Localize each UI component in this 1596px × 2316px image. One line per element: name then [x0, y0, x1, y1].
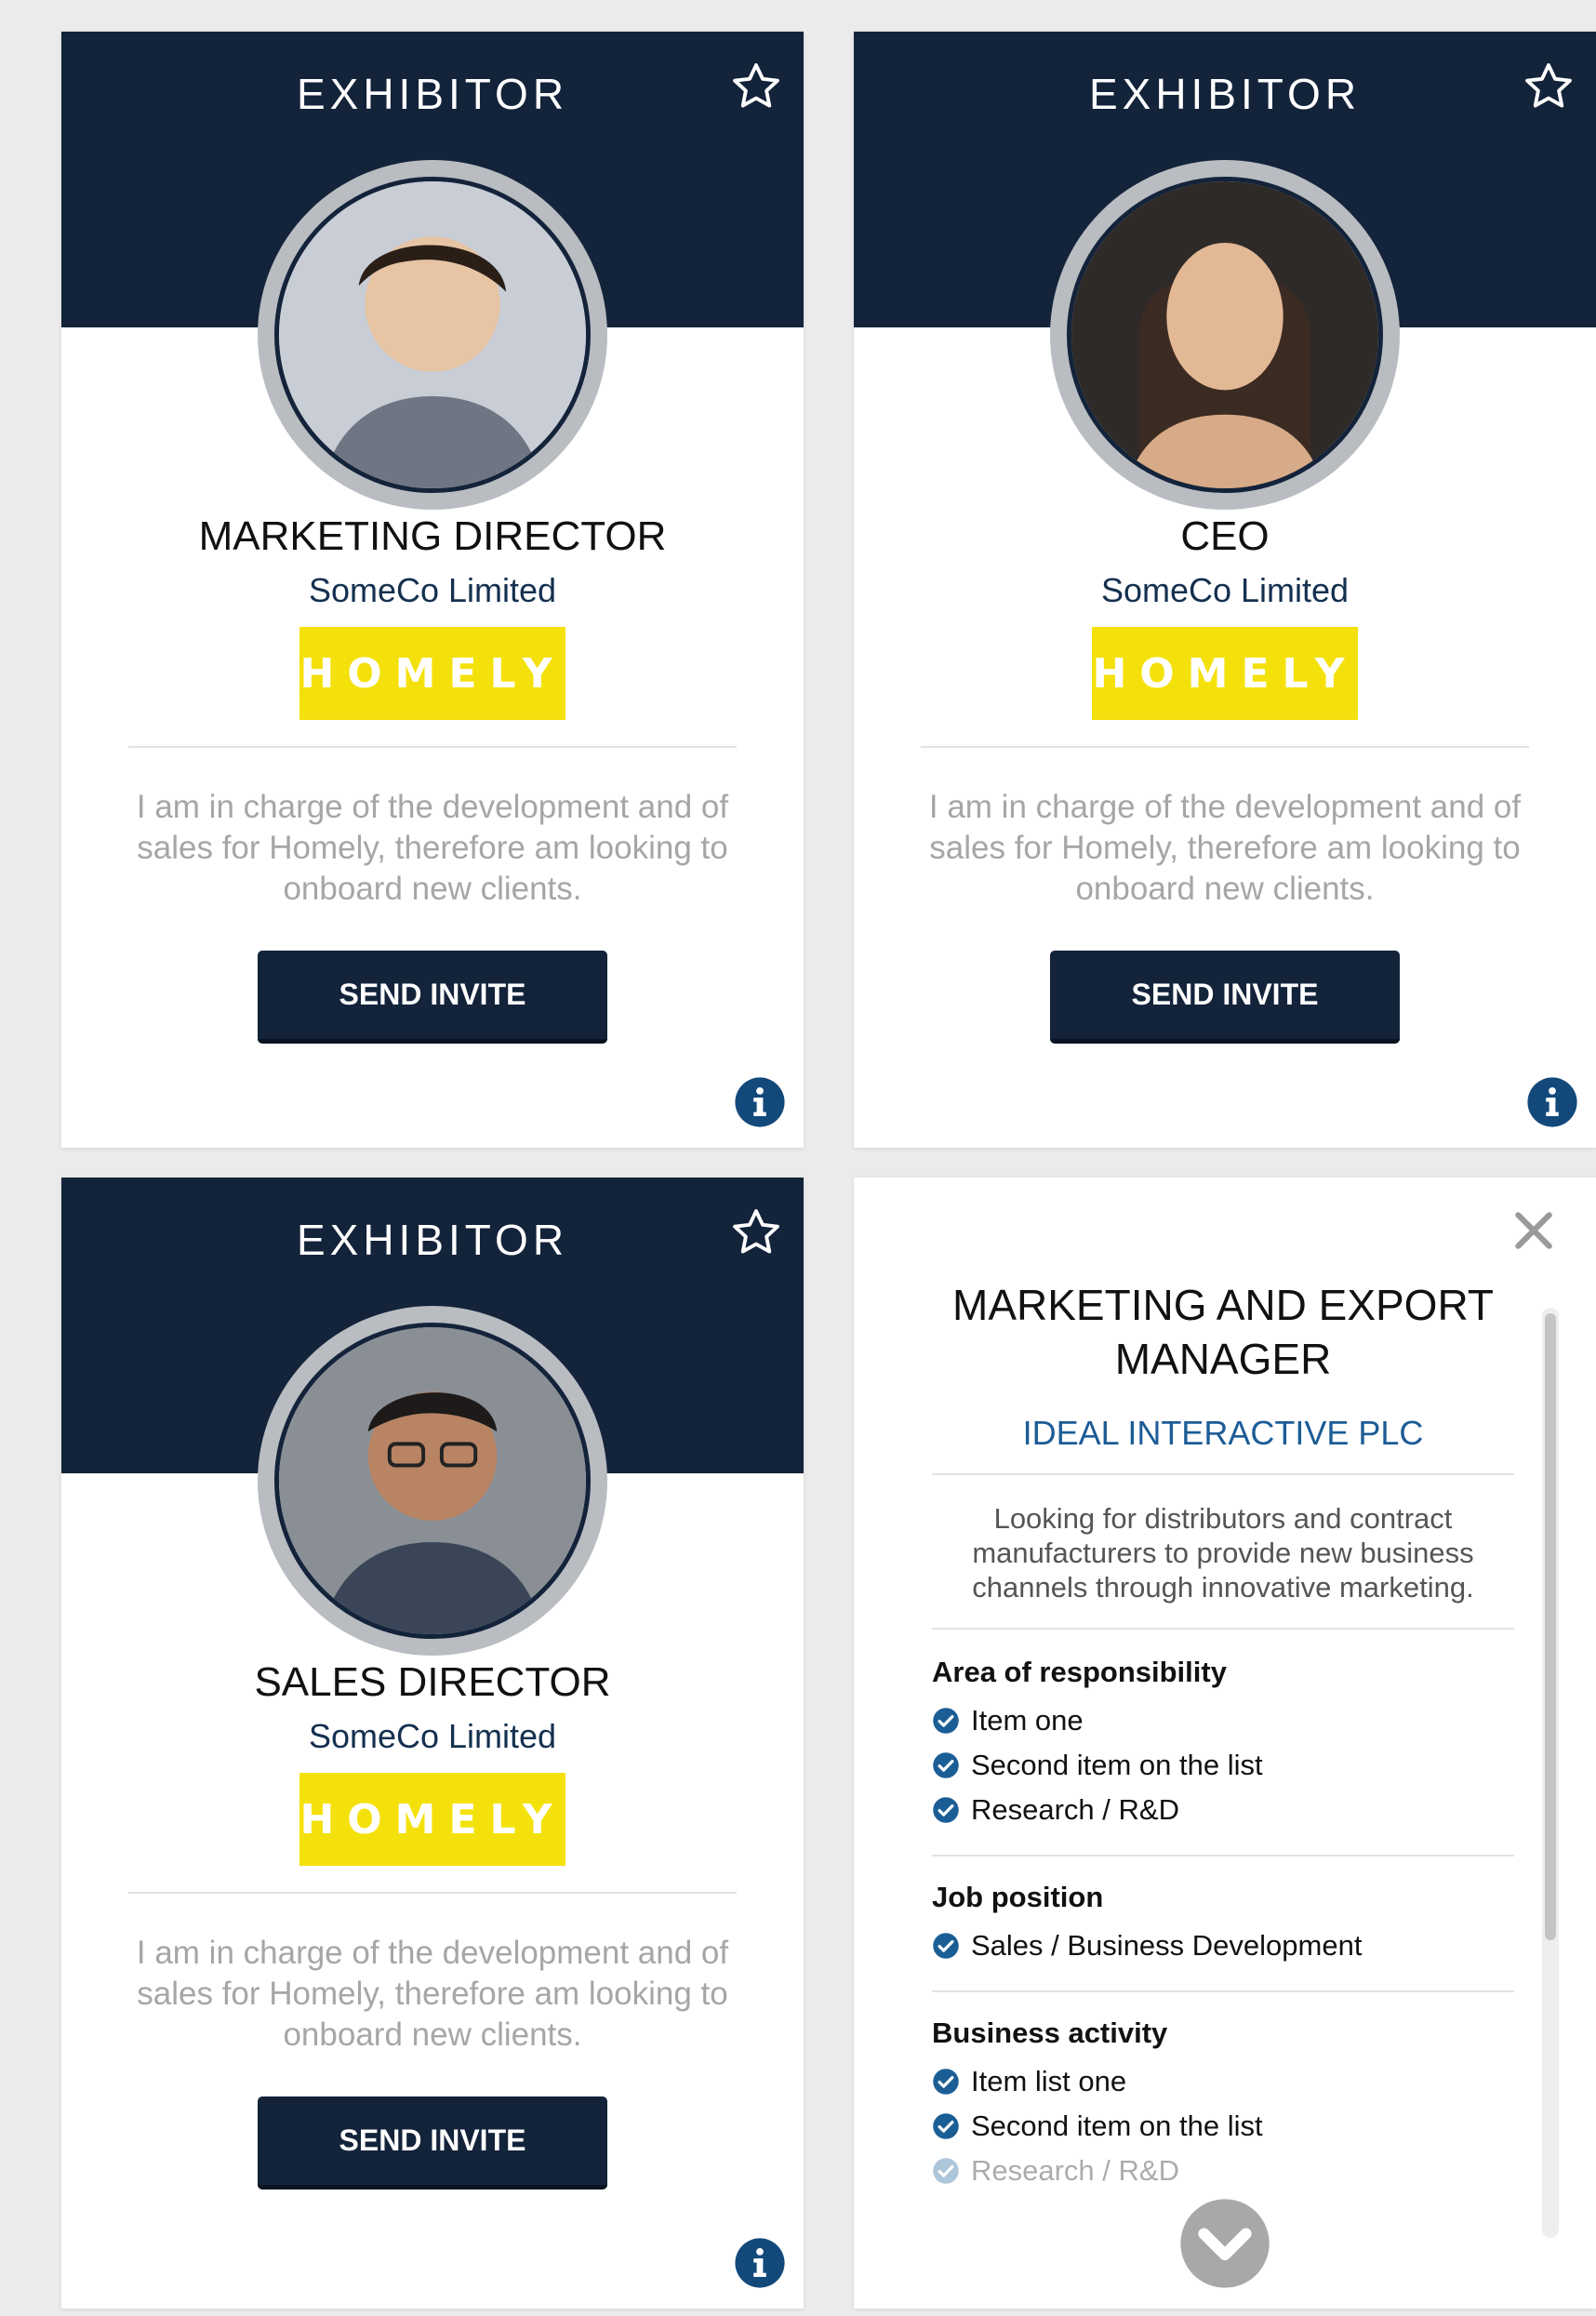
list-item: Second item on the list [932, 2104, 1514, 2149]
chevron-down-icon[interactable] [1177, 2195, 1273, 2292]
card-bio: I am in charge of the development and of… [136, 1935, 729, 2053]
close-icon[interactable] [1510, 1207, 1557, 1254]
section-heading: Area of responsibility [932, 1656, 1227, 1688]
info-icon[interactable] [1525, 1075, 1579, 1129]
list-item: Second item on the list [932, 1743, 1514, 1788]
avatar [274, 1323, 591, 1639]
company-logo: HOMELY [299, 1773, 565, 1866]
section-area-of-responsibility: Area of responsibility Item one Second i… [932, 1656, 1514, 1832]
divider [932, 1990, 1514, 1992]
send-invite-button[interactable]: SEND INVITE [258, 951, 607, 1044]
divider [932, 1473, 1514, 1475]
section-business-activity: Business activity Item list one Second i… [932, 2017, 1514, 2193]
star-icon[interactable] [729, 1205, 783, 1259]
scrollbar-thumb[interactable] [1545, 1313, 1556, 1940]
avatar [274, 177, 591, 493]
divider [921, 746, 1529, 748]
list-item: Research / R&D [932, 1788, 1514, 1832]
divider [128, 746, 737, 748]
list-item-label: Second item on the list [971, 2110, 1263, 2142]
profile-detail-panel: MARKETING AND EXPORT MANAGER IDEAL INTER… [854, 1178, 1596, 2309]
check-icon [933, 1797, 959, 1823]
divider [932, 1628, 1514, 1630]
avatar-ring [258, 1306, 607, 1656]
card-role: CEO [1180, 513, 1270, 559]
check-icon [933, 2113, 959, 2139]
card-role: SALES DIRECTOR [254, 1659, 611, 1705]
section-heading: Business activity [932, 2017, 1168, 2049]
send-invite-button[interactable]: SEND INVITE [258, 2096, 607, 2190]
list-item-label: Research / R&D [971, 1793, 1179, 1826]
list-item: Item one [932, 1698, 1514, 1743]
card-company[interactable]: SomeCo Limited [61, 1717, 804, 1756]
list-item-label: Item one [971, 1704, 1084, 1737]
info-icon[interactable] [733, 1075, 787, 1129]
avatar-ring [1050, 160, 1400, 510]
star-icon[interactable] [729, 60, 783, 113]
company-logo: HOMELY [1092, 627, 1358, 720]
card-role: MARKETING DIRECTOR [198, 513, 667, 559]
avatar-ring [258, 160, 607, 510]
list-item-label: Item list one [971, 2065, 1127, 2097]
list-item: Item list one [932, 2059, 1514, 2104]
card-bio: I am in charge of the development and of… [928, 789, 1522, 907]
company-logo: HOMELY [299, 627, 565, 720]
list-item-label: Research / R&D [971, 2154, 1179, 2187]
detail-title: MARKETING AND EXPORT MANAGER [952, 1281, 1494, 1383]
card-bio: I am in charge of the development and of… [136, 789, 729, 907]
star-icon[interactable] [1522, 60, 1576, 113]
check-icon [933, 1708, 959, 1734]
section-heading: Job position [932, 1881, 1104, 1913]
detail-company[interactable]: IDEAL INTERACTIVE PLC [932, 1414, 1514, 1453]
check-icon [933, 2158, 959, 2184]
check-icon [933, 2069, 959, 2095]
exhibitor-card-2: EXHIBITOR CEO SomeCo Limited HOMELY I am… [854, 32, 1596, 1148]
card-label: EXHIBITOR [296, 70, 569, 118]
exhibitor-card-3: EXHIBITOR SALES DIRECTOR SomeCo Limited … [61, 1178, 804, 2309]
card-company[interactable]: SomeCo Limited [854, 571, 1596, 610]
list-item-label: Sales / Business Development [971, 1929, 1363, 1962]
exhibitor-card-1: EXHIBITOR MARKETING DIRECTOR SomeCo Limi… [61, 32, 804, 1148]
section-job-position: Job position Sales / Business Developmen… [932, 1881, 1514, 1968]
list-item: Sales / Business Development [932, 1923, 1514, 1968]
card-label: EXHIBITOR [296, 1216, 569, 1264]
divider [932, 1855, 1514, 1857]
check-icon [933, 1752, 959, 1778]
check-icon [933, 1933, 959, 1959]
list-item-label: Second item on the list [971, 1749, 1263, 1781]
info-icon[interactable] [733, 2236, 787, 2290]
send-invite-button[interactable]: SEND INVITE [1050, 951, 1400, 1044]
card-label: EXHIBITOR [1088, 70, 1362, 118]
avatar [1067, 177, 1383, 493]
card-company[interactable]: SomeCo Limited [61, 571, 804, 610]
divider [128, 1892, 737, 1894]
list-item: Research / R&D [932, 2149, 1514, 2193]
scrollbar[interactable] [1542, 1308, 1559, 2238]
detail-summary: Looking for distributors and contract ma… [972, 1502, 1474, 1604]
